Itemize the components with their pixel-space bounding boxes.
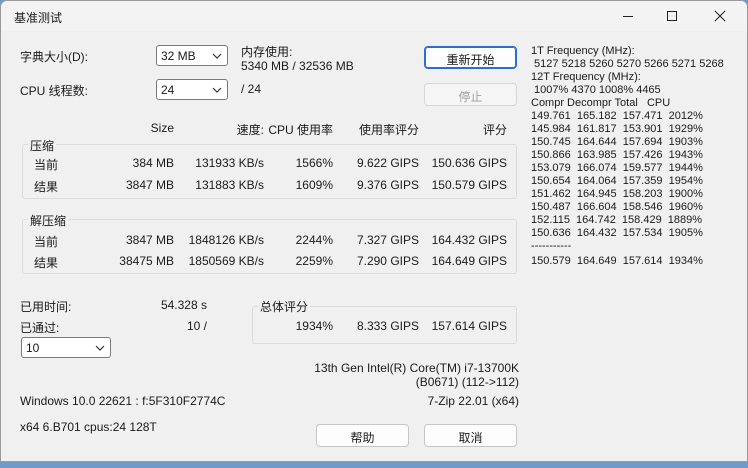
threads-value: 24 bbox=[161, 83, 175, 97]
row-label: 结果 bbox=[34, 180, 59, 194]
cell-rating-usage: 9.622 GIPS bbox=[356, 156, 419, 170]
row-label: 当前 bbox=[34, 235, 59, 249]
header-size: Size bbox=[150, 121, 174, 135]
cell-cpu: 1566% bbox=[295, 156, 333, 170]
stop-button[interactable]: 停止 bbox=[424, 83, 517, 106]
log-line: 1007% 4370 1008% 4465 bbox=[531, 84, 661, 96]
log-line: 5127 5218 5260 5270 5266 5271 5268 bbox=[531, 58, 724, 70]
title-bar: 基准测试 bbox=[1, 1, 747, 31]
cell-size: 3847 MB bbox=[125, 178, 174, 192]
log-line: 152.115 164.742 158.429 1889% bbox=[531, 214, 703, 226]
passes-value: 10 / bbox=[186, 319, 207, 333]
chevron-down-icon bbox=[212, 87, 222, 93]
memory-value: 5340 MB / 32536 MB bbox=[241, 59, 354, 73]
close-button[interactable] bbox=[697, 1, 743, 31]
close-icon bbox=[714, 10, 726, 22]
cell-rating: 164.649 GIPS bbox=[431, 254, 507, 268]
cell-cpu: 1609% bbox=[295, 178, 333, 192]
log-line: 1T Frequency (MHz): bbox=[531, 45, 635, 57]
threads-label: CPU 线程数: bbox=[20, 84, 89, 98]
dict-size-select[interactable]: 32 MB bbox=[156, 45, 228, 66]
header-rating-usage: 使用率评分 bbox=[358, 123, 419, 137]
log-line: 153.079 166.074 159.577 1944% bbox=[531, 162, 703, 174]
window-title: 基准测试 bbox=[14, 11, 63, 25]
log-line: 150.487 166.604 158.546 1960% bbox=[531, 201, 703, 213]
decompress-title: 解压缩 bbox=[28, 212, 69, 229]
log-line: Compr Decompr Total CPU bbox=[531, 97, 671, 109]
cell-cpu: 2259% bbox=[295, 254, 333, 268]
threads-total: / 24 bbox=[241, 82, 262, 96]
total-rating-usage: 8.333 GIPS bbox=[356, 319, 419, 333]
cell-speed: 131933 KB/s bbox=[195, 156, 264, 170]
cpu-id: (B0671) (112->112) bbox=[415, 375, 519, 389]
cell-rating: 164.432 GIPS bbox=[431, 233, 507, 247]
benchmark-log: 1T Frequency (MHz): 5127 5218 5260 5270 … bbox=[531, 45, 724, 268]
log-separator: ----------- bbox=[531, 240, 572, 252]
row-label: 结果 bbox=[34, 256, 59, 270]
log-line: 12T Frequency (MHz): bbox=[531, 71, 641, 83]
maximize-button[interactable] bbox=[649, 1, 695, 31]
cell-rating-usage: 9.376 GIPS bbox=[356, 178, 419, 192]
dict-size-label: 字典大小(D): bbox=[20, 50, 88, 64]
elapsed-value: 54.328 s bbox=[160, 298, 207, 312]
log-line: 150.745 164.644 157.694 1903% bbox=[531, 136, 703, 148]
help-button[interactable]: 帮助 bbox=[316, 424, 409, 447]
os-info: Windows 10.0 22621 : f:5F310F2774C bbox=[20, 394, 226, 408]
minimize-icon bbox=[623, 16, 633, 17]
benchmark-window: 基准测试 字典大小(D): 32 MB CPU 线程数: 24 / 24 内存使… bbox=[0, 0, 748, 462]
passes-select[interactable]: 10 bbox=[21, 337, 111, 358]
log-line: 149.761 165.182 157.471 2012% bbox=[531, 110, 703, 122]
minimize-button[interactable] bbox=[605, 1, 651, 31]
cell-size: 384 MB bbox=[132, 156, 174, 170]
header-cpu-usage: CPU 使用率 bbox=[268, 123, 333, 137]
maximize-icon bbox=[667, 11, 677, 21]
cell-speed: 1850569 KB/s bbox=[188, 254, 264, 268]
cell-cpu: 2244% bbox=[295, 233, 333, 247]
header-rating: 评分 bbox=[482, 123, 507, 137]
cell-rating: 150.579 GIPS bbox=[431, 178, 507, 192]
cell-rating-usage: 7.290 GIPS bbox=[356, 254, 419, 268]
cell-rating-usage: 7.327 GIPS bbox=[356, 233, 419, 247]
elapsed-label: 已用时间: bbox=[20, 300, 72, 314]
cell-speed: 1848126 KB/s bbox=[188, 233, 264, 247]
arch-info: x64 6.B701 cpus:24 128T bbox=[20, 420, 157, 434]
cell-speed: 131883 KB/s bbox=[195, 178, 264, 192]
total-rating: 157.614 GIPS bbox=[431, 319, 507, 333]
cell-size: 38475 MB bbox=[119, 254, 174, 268]
memory-label: 内存使用: bbox=[241, 45, 293, 59]
dict-size-value: 32 MB bbox=[161, 49, 196, 63]
log-line: 145.984 161.817 153.901 1929% bbox=[531, 123, 703, 135]
compress-title: 压缩 bbox=[28, 137, 57, 154]
log-line: 151.462 164.945 158.203 1900% bbox=[531, 188, 703, 200]
passes-select-value: 10 bbox=[26, 341, 40, 355]
cancel-button[interactable]: 取消 bbox=[424, 424, 517, 447]
log-line: 150.654 164.064 157.359 1954% bbox=[531, 175, 703, 187]
log-line: 150.636 164.432 157.534 1905% bbox=[531, 227, 703, 239]
cell-rating: 150.636 GIPS bbox=[431, 156, 507, 170]
chevron-down-icon bbox=[95, 345, 105, 351]
total-cpu: 1934% bbox=[295, 319, 333, 333]
log-line: 150.866 163.985 157.426 1943% bbox=[531, 149, 703, 161]
cpu-name: 13th Gen Intel(R) Core(TM) i7-13700K bbox=[314, 361, 519, 375]
cell-size: 3847 MB bbox=[125, 233, 174, 247]
log-line: 150.579 164.649 157.614 1934% bbox=[531, 255, 703, 267]
total-title: 总体评分 bbox=[258, 298, 311, 315]
version-info: 7-Zip 22.01 (x64) bbox=[427, 394, 519, 408]
header-speed: 速度: bbox=[236, 123, 264, 137]
threads-select[interactable]: 24 bbox=[156, 79, 228, 100]
restart-button[interactable]: 重新开始 bbox=[424, 46, 517, 69]
passes-label: 已通过: bbox=[20, 321, 60, 335]
chevron-down-icon bbox=[212, 53, 222, 59]
row-label: 当前 bbox=[34, 158, 59, 172]
